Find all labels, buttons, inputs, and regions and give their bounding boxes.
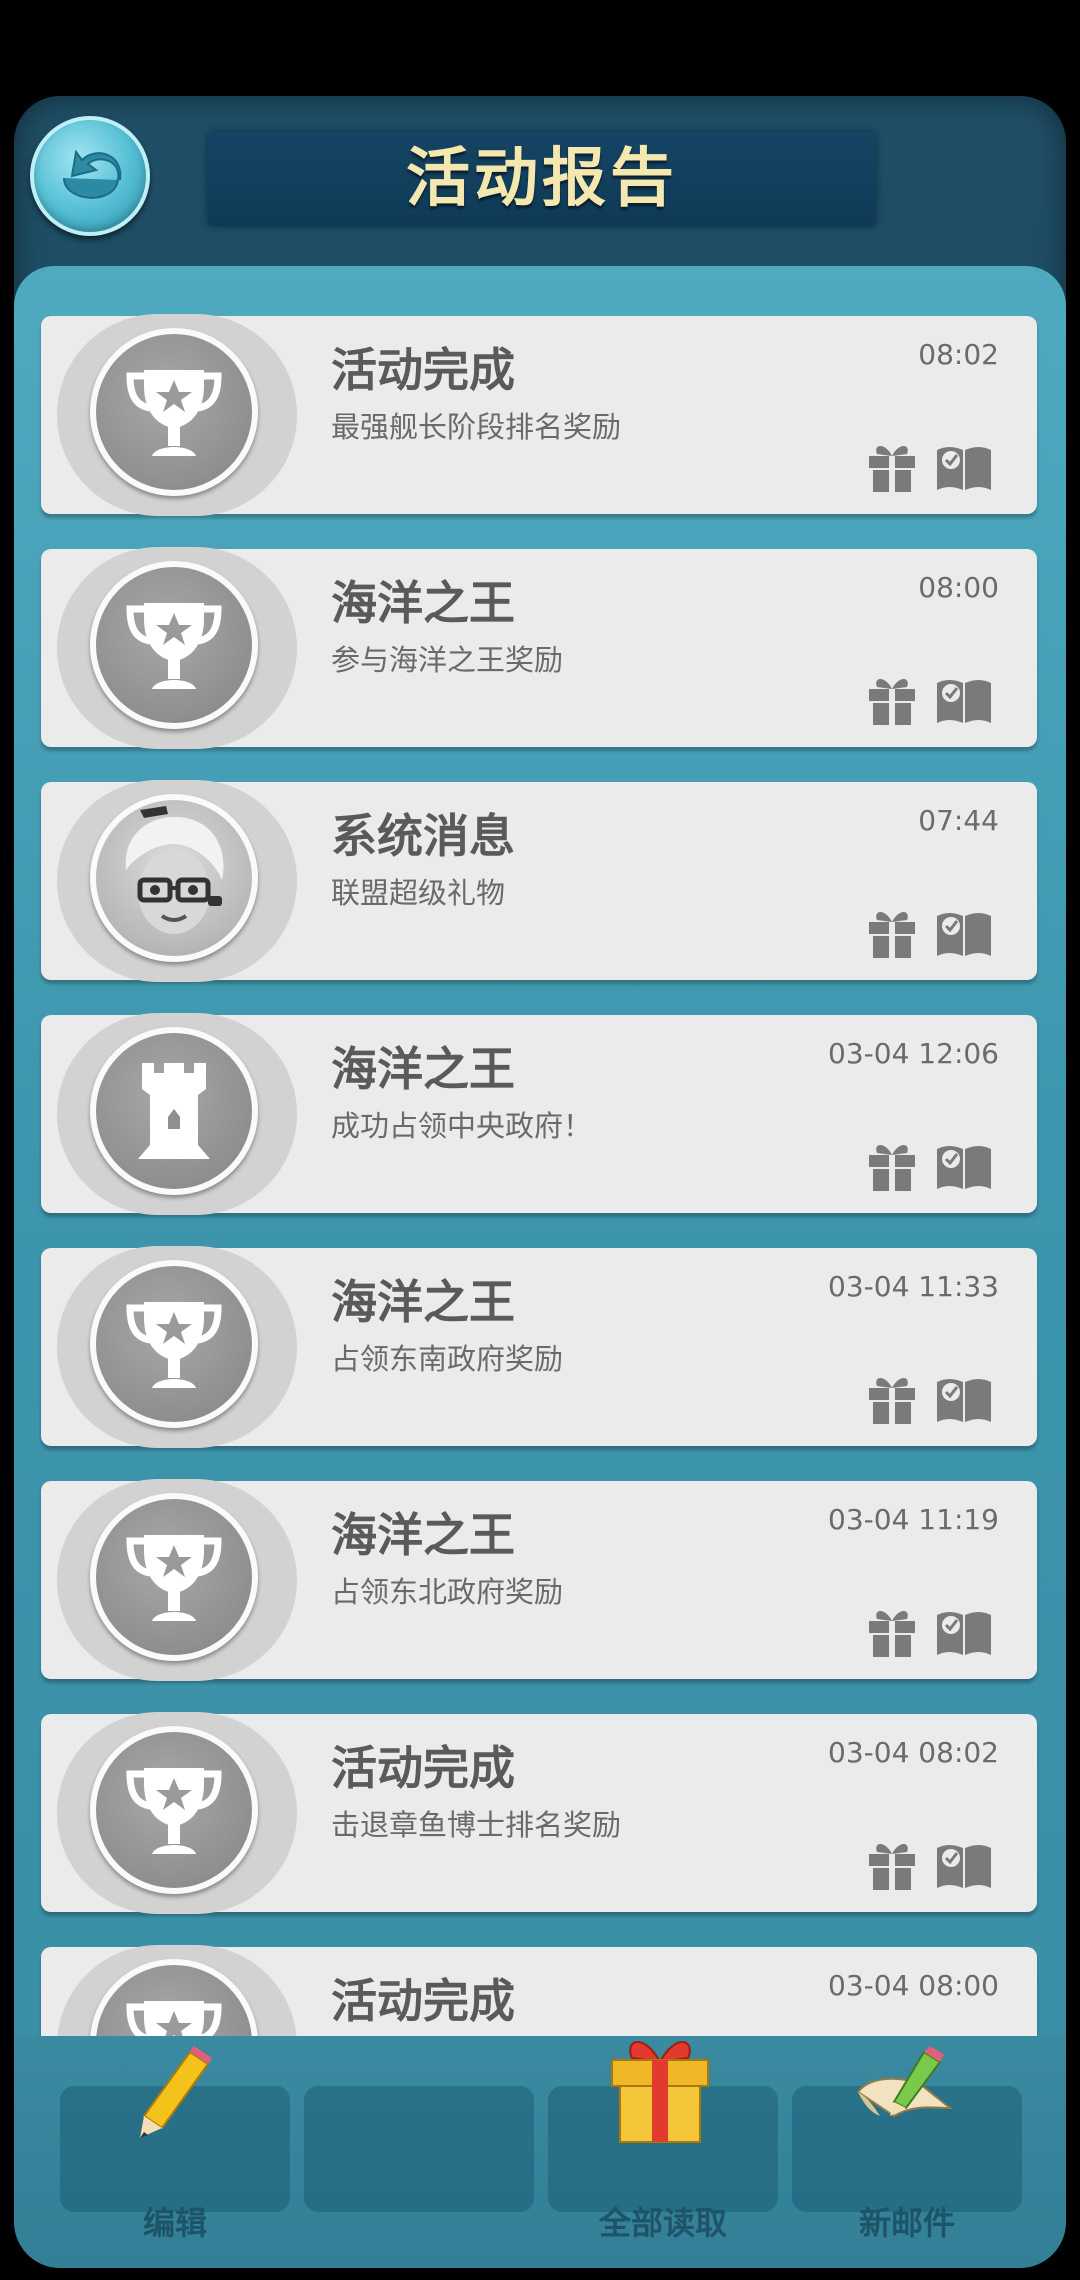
gift-icon[interactable] <box>867 1372 917 1426</box>
message-description: 击退章鱼博士排名奖励 <box>331 1808 622 1842</box>
avatar-ring <box>57 547 297 749</box>
message-time: 03-04 11:33 <box>828 1270 999 1303</box>
read-mail-icon[interactable] <box>935 1840 993 1890</box>
back-button[interactable] <box>30 116 150 236</box>
message-list[interactable]: 活动完成 最强舰长阶段排名奖励 08:02 海洋之王 参与海洋之王奖励 08:0… <box>14 266 1066 2036</box>
status-bar <box>0 0 1080 84</box>
message-description: 占领东南政府奖励 <box>331 1342 564 1376</box>
message-title: 海洋之王 <box>331 1508 515 1562</box>
message-time: 03-04 08:02 <box>828 1736 999 1769</box>
scroll-quill-icon <box>856 2046 953 2118</box>
message-time: 03-04 11:19 <box>828 1503 999 1536</box>
title-banner: 活动报告 <box>208 132 876 226</box>
trophy-icon <box>90 1493 258 1661</box>
tower-icon <box>90 1027 258 1195</box>
gift-icon[interactable] <box>867 906 917 960</box>
trophy-icon <box>90 1959 258 2036</box>
message-actions <box>867 1838 1007 1894</box>
message-title: 活动完成 <box>331 1741 515 1795</box>
read-all-button[interactable]: 全部读取 <box>548 2041 778 2242</box>
read-mail-icon[interactable] <box>935 675 993 725</box>
message-time: 07:44 <box>918 804 999 837</box>
edit-button[interactable]: 编辑 <box>60 2046 290 2242</box>
list-item[interactable]: 海洋之王 占领东北政府奖励 03-04 11:19 <box>41 1479 1037 1681</box>
bottom-toolbar: 编辑 全部读取 新邮件 <box>14 2036 1066 2268</box>
message-title: 活动完成 <box>331 343 515 397</box>
message-title: 系统消息 <box>331 809 515 863</box>
message-actions <box>867 1372 1007 1428</box>
avatar-ring <box>57 314 297 516</box>
read-mail-icon[interactable] <box>935 442 993 492</box>
gift-icon[interactable] <box>867 1139 917 1193</box>
avatar-ring <box>57 1246 297 1448</box>
read-all-label: 全部读取 <box>598 2204 727 2242</box>
avatar-ring <box>57 1712 297 1914</box>
new-mail-label: 新邮件 <box>858 2204 955 2242</box>
empty-button-slot <box>304 2086 534 2212</box>
message-title: 活动完成 <box>331 1974 515 2028</box>
read-mail-icon[interactable] <box>935 1607 993 1657</box>
trophy-icon <box>90 561 258 729</box>
read-mail-icon[interactable] <box>935 1374 993 1424</box>
list-item[interactable]: 海洋之王 占领东南政府奖励 03-04 11:33 <box>41 1246 1037 1448</box>
message-list-panel: 活动完成 最强舰长阶段排名奖励 08:02 海洋之王 参与海洋之王奖励 08:0… <box>14 266 1066 2036</box>
list-item[interactable]: 系统消息 联盟超级礼物 07:44 <box>41 780 1037 982</box>
message-time: 08:00 <box>918 571 999 604</box>
gift-icon[interactable] <box>867 673 917 727</box>
read-mail-icon[interactable] <box>935 908 993 958</box>
list-item[interactable]: 海洋之王 参与海洋之王奖励 08:00 <box>41 547 1037 749</box>
pencil-icon <box>140 2046 212 2138</box>
list-item[interactable]: 活动完成 03-04 08:00 <box>41 1945 1037 2036</box>
message-time: 03-04 12:06 <box>828 1037 999 1070</box>
message-actions <box>867 673 1007 729</box>
page-title: 活动报告 <box>406 142 678 216</box>
gift-icon[interactable] <box>867 440 917 494</box>
message-description: 成功占领中央政府！ <box>331 1109 593 1143</box>
new-mail-button[interactable]: 新邮件 <box>792 2046 1022 2242</box>
trophy-icon <box>90 328 258 496</box>
avatar-ring <box>57 1013 297 1215</box>
gift-box-icon <box>611 2041 709 2143</box>
message-title: 海洋之王 <box>331 1042 515 1096</box>
message-title: 海洋之王 <box>331 576 515 630</box>
message-time: 03-04 08:00 <box>828 1969 999 2002</box>
message-actions <box>867 1139 1007 1195</box>
trophy-icon <box>90 1726 258 1894</box>
trophy-icon <box>90 1260 258 1428</box>
message-actions <box>867 906 1007 962</box>
edit-label: 编辑 <box>142 2204 207 2242</box>
gift-icon[interactable] <box>867 1605 917 1659</box>
list-item[interactable]: 海洋之王 成功占领中央政府！ 03-04 12:06 <box>41 1013 1037 1215</box>
list-item[interactable]: 活动完成 击退章鱼博士排名奖励 03-04 08:02 <box>41 1712 1037 1914</box>
message-description: 参与海洋之王奖励 <box>331 643 564 677</box>
message-description: 联盟超级礼物 <box>331 876 506 910</box>
message-actions <box>867 440 1007 496</box>
message-actions <box>867 1605 1007 1661</box>
message-time: 08:02 <box>918 338 999 371</box>
message-description: 占领东北政府奖励 <box>331 1575 564 1609</box>
message-description: 最强舰长阶段排名奖励 <box>331 410 622 444</box>
secretary-portrait <box>90 794 258 962</box>
list-item[interactable]: 活动完成 最强舰长阶段排名奖励 08:02 <box>41 314 1037 516</box>
avatar-ring <box>57 780 297 982</box>
avatar-ring <box>57 1479 297 1681</box>
back-arrow-icon <box>63 149 122 199</box>
gift-icon[interactable] <box>867 1838 917 1892</box>
read-mail-icon[interactable] <box>935 1141 993 1191</box>
message-title: 海洋之王 <box>331 1275 515 1329</box>
avatar-ring <box>57 1945 297 2036</box>
